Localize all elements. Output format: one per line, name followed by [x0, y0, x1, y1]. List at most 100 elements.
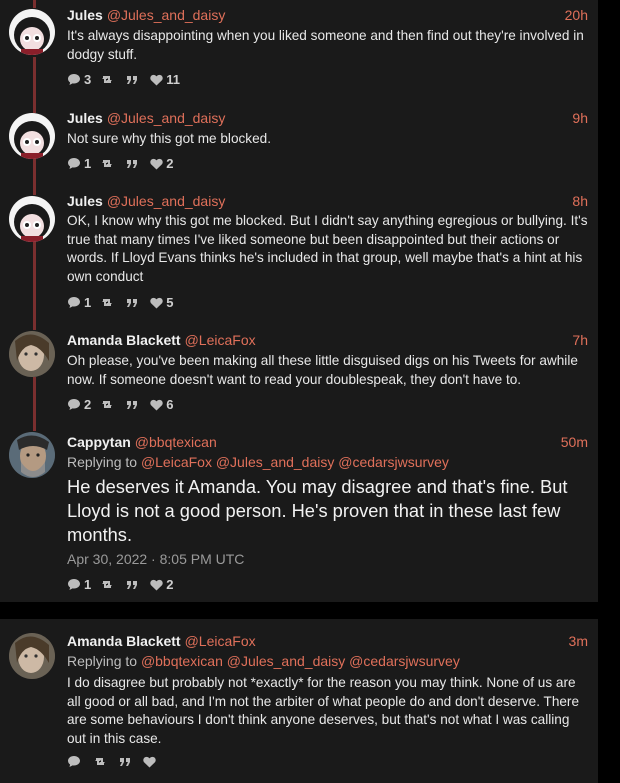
avatar-amanda[interactable] [9, 331, 55, 377]
replying-to-label: Replying to [67, 653, 138, 669]
heart-icon [150, 399, 163, 410]
reply-count: 3 [84, 72, 92, 87]
retweet-icon [102, 160, 113, 167]
like-count: 5 [166, 295, 174, 310]
retweet-button[interactable] [93, 756, 110, 767]
quote-icon [127, 580, 138, 589]
comment-icon [68, 399, 80, 410]
display-name[interactable]: Amanda Blackett [67, 332, 181, 348]
tweet-text: It's always disappointing when you liked… [67, 28, 584, 62]
comment-icon [68, 74, 80, 85]
user-handle[interactable]: @LeicaFox [185, 633, 256, 649]
replying-to-handles[interactable]: @bbqtexican @Jules_and_daisy @cedarsjwsu… [141, 653, 460, 669]
avatar-jules[interactable] [9, 196, 55, 242]
avatar-cappytan[interactable] [9, 432, 55, 478]
reply-button[interactable] [67, 755, 84, 768]
tweet[interactable]: Jules @Jules_and_daisy 9h Not sure why th… [0, 108, 598, 178]
tweet-actions: 3 11 [67, 72, 189, 87]
like-button[interactable]: 2 [150, 156, 173, 171]
quote-icon [120, 757, 130, 766]
comment-icon [68, 297, 80, 308]
user-handle[interactable]: @Jules_and_daisy [107, 110, 226, 126]
tweet[interactable]: Amanda Blackett @LeicaFox 7h Oh please, y… [0, 331, 598, 419]
like-count: 2 [166, 156, 174, 171]
tweet-header: Jules @Jules_and_daisy [67, 193, 225, 209]
tweet-date[interactable]: Apr 30, 2022 · 8:05 PM UTC [67, 551, 244, 567]
like-button[interactable]: 5 [150, 295, 173, 310]
retweet-button[interactable] [100, 74, 117, 85]
reply-count: 1 [84, 295, 92, 310]
retweet-icon [102, 581, 113, 588]
like-button[interactable] [143, 756, 159, 768]
tweet-header: Cappytan @bbqtexican [67, 434, 217, 450]
reply-count: 1 [84, 577, 92, 592]
like-button[interactable]: 6 [150, 397, 173, 412]
reply-button[interactable]: 2 [67, 397, 91, 412]
quote-icon [127, 400, 138, 409]
like-button[interactable]: 11 [150, 72, 180, 87]
heart-icon [150, 74, 163, 85]
reply-count: 2 [84, 397, 92, 412]
retweet-icon [102, 299, 113, 306]
tweet-text: Oh please, you've been making all these … [67, 353, 578, 387]
tweet-text: Not sure why this got me blocked. [67, 131, 271, 146]
reply-button[interactable]: 1 [67, 577, 91, 592]
like-button[interactable]: 2 [150, 577, 173, 592]
tweet[interactable]: Jules @Jules_and_daisy 8h OK, I know why … [0, 192, 598, 316]
retweet-button[interactable] [100, 297, 117, 308]
quote-icon [127, 298, 138, 307]
reply-button[interactable]: 3 [67, 72, 91, 87]
replying-to-handles[interactable]: @LeicaFox @Jules_and_daisy @cedarsjwsurv… [141, 454, 449, 470]
quote-button[interactable] [119, 757, 134, 767]
display-name[interactable]: Jules [67, 110, 103, 126]
comment-icon [68, 756, 80, 767]
timestamp[interactable]: 20h [565, 7, 588, 23]
user-handle[interactable]: @bbqtexican [135, 434, 217, 450]
heart-icon [150, 579, 163, 590]
tweet[interactable]: Jules @Jules_and_daisy 20h It's always di… [0, 0, 598, 96]
quote-button[interactable] [126, 159, 141, 169]
user-handle[interactable]: @LeicaFox [185, 332, 256, 348]
user-handle[interactable]: @Jules_and_daisy [107, 193, 226, 209]
heart-icon [150, 297, 163, 308]
timestamp[interactable]: 3m [569, 633, 588, 649]
tweet-actions: 1 5 [67, 295, 182, 310]
reply-count: 1 [84, 156, 92, 171]
main-tweet[interactable]: Cappytan @bbqtexican 50m Replying to @Lei… [0, 432, 598, 600]
user-handle[interactable]: @Jules_and_daisy [107, 7, 226, 23]
timestamp[interactable]: 7h [572, 332, 588, 348]
replying-to: Replying to @LeicaFox @Jules_and_daisy @… [67, 454, 449, 470]
comment-icon [68, 579, 80, 590]
reply-button[interactable]: 1 [67, 156, 91, 171]
avatar-jules[interactable] [9, 113, 55, 159]
reply-button[interactable]: 1 [67, 295, 91, 310]
retweet-button[interactable] [100, 399, 117, 410]
display-name[interactable]: Jules [67, 7, 103, 23]
tweet-actions: 1 2 [67, 156, 182, 171]
like-count: 2 [166, 577, 174, 592]
heart-icon [150, 158, 163, 169]
tweet-text: He deserves it Amanda. You may disagree … [67, 476, 568, 545]
quote-button[interactable] [126, 75, 141, 85]
timestamp[interactable]: 9h [572, 110, 588, 126]
timestamp[interactable]: 8h [572, 193, 588, 209]
tweet-actions: 1 2 [67, 577, 182, 592]
retweet-button[interactable] [100, 579, 117, 590]
avatar-amanda[interactable] [9, 633, 55, 679]
avatar-jules[interactable] [9, 9, 55, 55]
timestamp[interactable]: 50m [561, 434, 588, 450]
retweet-icon [95, 758, 105, 765]
display-name[interactable]: Jules [67, 193, 103, 209]
retweet-button[interactable] [100, 158, 117, 169]
retweet-icon [102, 76, 113, 83]
display-name[interactable]: Amanda Blackett [67, 633, 181, 649]
tweet-header: Amanda Blackett @LeicaFox [67, 332, 256, 348]
tweet-actions: 2 6 [67, 397, 182, 412]
quote-button[interactable] [126, 400, 141, 410]
quote-icon [127, 159, 138, 168]
tweet-text: OK, I know why this got me blocked. But … [67, 213, 588, 284]
display-name[interactable]: Cappytan [67, 434, 131, 450]
reply-tweet[interactable]: Amanda Blackett @LeicaFox 3m Replying to … [0, 632, 598, 780]
quote-button[interactable] [126, 580, 141, 590]
quote-button[interactable] [126, 298, 141, 308]
